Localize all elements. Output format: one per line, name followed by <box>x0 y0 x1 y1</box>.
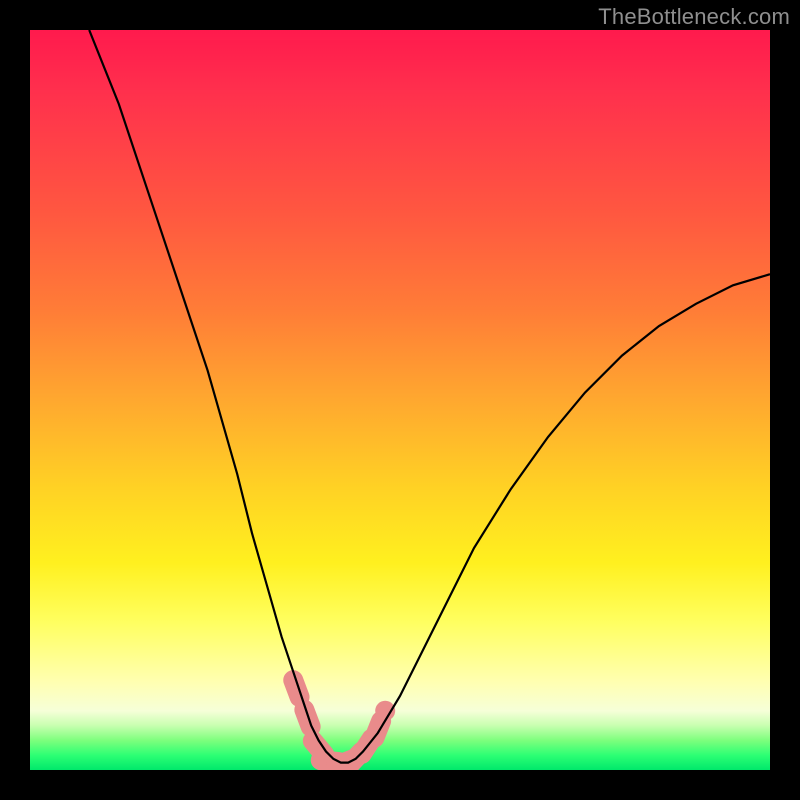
bottleneck-curve <box>89 30 770 763</box>
chart-plot-area <box>30 30 770 770</box>
chart-frame: TheBottleneck.com <box>0 0 800 800</box>
chart-svg <box>30 30 770 770</box>
highlight-markers <box>293 680 385 766</box>
watermark-text: TheBottleneck.com <box>598 4 790 30</box>
